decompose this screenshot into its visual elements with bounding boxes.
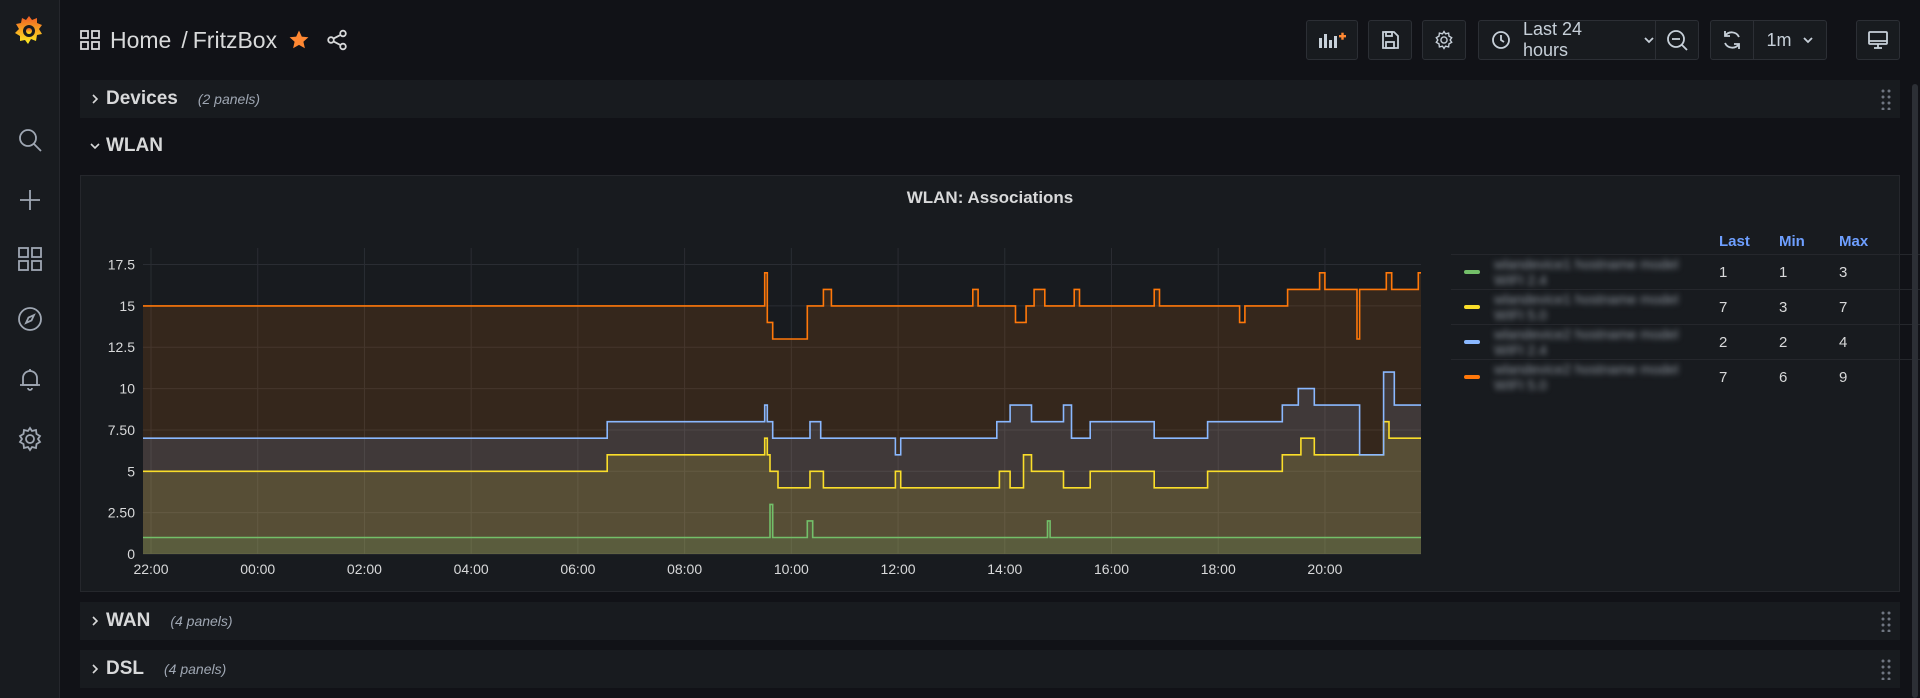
settings-icon[interactable] xyxy=(14,423,46,455)
legend-series-name[interactable]: wlandevice2 hostname model WIFI 5.0 xyxy=(1494,361,1684,393)
chevron-right-icon xyxy=(86,615,104,627)
tv-mode-button[interactable] xyxy=(1856,20,1900,60)
y-tick-label: 17.5 xyxy=(108,257,135,273)
x-tick-label: 22:00 xyxy=(133,561,168,577)
legend-series-name[interactable]: wlandevice1 hostname model WIFI 2.4 xyxy=(1494,256,1684,288)
breadcrumb-separator: / xyxy=(181,26,188,53)
wlan-associations-panel: WLAN: Associations 0 2.50 5 7.50 10 12.5 15 17.… xyxy=(80,175,1920,592)
clock-icon xyxy=(1491,30,1511,50)
y-tick-label: 15 xyxy=(119,298,135,314)
row-title: Devices xyxy=(106,88,178,109)
legend-color-swatch[interactable] xyxy=(1464,270,1480,274)
legend-header-last[interactable]: Last xyxy=(1718,228,1778,255)
legend-color-swatch[interactable] xyxy=(1464,375,1480,379)
legend-row[interactable]: wlandevice2 hostname model WIFI 2.4 2 2 … xyxy=(1451,324,1920,360)
y-tick-label: 2.50 xyxy=(108,505,135,521)
x-tick-label: 14:00 xyxy=(987,561,1022,577)
refresh-interval-picker[interactable]: 1m xyxy=(1753,20,1827,60)
legend-last: 1 xyxy=(1718,254,1778,290)
row-panel-count: (4 panels) xyxy=(164,661,227,677)
y-tick-label: 10 xyxy=(119,381,135,397)
legend-header-max[interactable]: Max xyxy=(1838,228,1920,255)
x-tick-label: 10:00 xyxy=(774,561,809,577)
add-panel-button[interactable] xyxy=(1306,20,1358,60)
row-title: WLAN xyxy=(106,135,163,156)
top-navbar: Home / FritzBox Last 24 hours 1m xyxy=(60,0,1920,78)
legend-series-name[interactable]: wlandevice2 hostname model WIFI 2.4 xyxy=(1494,326,1684,358)
save-dashboard-button[interactable] xyxy=(1368,20,1412,60)
x-tick-label: 20:00 xyxy=(1307,561,1342,577)
legend-last: 7 xyxy=(1718,359,1778,394)
dashboard-title[interactable]: FritzBox xyxy=(193,27,277,54)
legend-min: 1 xyxy=(1778,254,1838,290)
legend-color-swatch[interactable] xyxy=(1464,305,1480,309)
zoom-out-button[interactable] xyxy=(1655,20,1699,60)
time-range-label: Last 24 hours xyxy=(1523,19,1583,60)
chevron-down-icon xyxy=(1802,34,1814,46)
legend-max: 7 xyxy=(1838,289,1920,325)
legend-series-name[interactable]: wlandevice1 hostname model WIFI 5.0 xyxy=(1494,291,1684,323)
row-title: WAN xyxy=(106,610,151,631)
row-devices[interactable]: Devices (2 panels) xyxy=(80,80,1900,118)
row-wlan[interactable]: WLAN xyxy=(80,127,1900,165)
drag-handle-icon[interactable] xyxy=(1880,658,1892,685)
page-scrollbar[interactable] xyxy=(1912,84,1918,698)
x-tick-label: 00:00 xyxy=(240,561,275,577)
legend-row[interactable]: wlandevice1 hostname model WIFI 5.0 7 3 … xyxy=(1451,289,1920,325)
x-tick-label: 04:00 xyxy=(454,561,489,577)
x-tick-label: 02:00 xyxy=(347,561,382,577)
legend-table: Last Min Max wlandevice1 hostname model … xyxy=(1451,228,1920,394)
row-title: DSL xyxy=(106,658,144,679)
alerting-icon[interactable] xyxy=(14,363,46,395)
row-panel-count: (2 panels) xyxy=(197,91,261,107)
legend-min: 2 xyxy=(1778,324,1838,360)
grafana-logo-icon[interactable] xyxy=(11,13,47,49)
chevron-right-icon xyxy=(86,93,104,105)
side-menu xyxy=(0,0,60,698)
explore-icon[interactable] xyxy=(14,303,46,335)
y-tick-label: 0 xyxy=(127,546,135,562)
legend-row[interactable]: wlandevice2 hostname model WIFI 5.0 7 6 … xyxy=(1451,359,1920,394)
legend-color-swatch[interactable] xyxy=(1464,340,1480,344)
legend-max: 4 xyxy=(1838,324,1920,360)
drag-handle-icon[interactable] xyxy=(1880,610,1892,637)
x-tick-label: 06:00 xyxy=(560,561,595,577)
y-tick-label: 12.5 xyxy=(108,339,135,355)
legend-max: 9 xyxy=(1838,359,1920,394)
legend-min: 3 xyxy=(1778,289,1838,325)
y-tick-label: 7.50 xyxy=(108,422,135,438)
star-icon[interactable] xyxy=(288,29,310,51)
dashboards-icon[interactable] xyxy=(14,243,46,275)
legend-last: 2 xyxy=(1718,324,1778,360)
x-tick-label: 12:00 xyxy=(881,561,916,577)
legend-header-min[interactable]: Min xyxy=(1778,228,1838,255)
y-tick-label: 5 xyxy=(127,463,135,479)
chevron-right-icon xyxy=(86,663,104,675)
wlan-associations-chart: 0 2.50 5 7.50 10 12.5 15 17.5 22:00 00:00 02:00 04:… xyxy=(108,248,1421,577)
share-icon[interactable] xyxy=(326,29,348,51)
breadcrumb-home[interactable]: Home xyxy=(110,27,171,54)
row-dsl[interactable]: DSL (4 panels) xyxy=(80,650,1900,688)
row-panel-count: (4 panels) xyxy=(170,613,233,629)
time-picker-button[interactable]: Last 24 hours xyxy=(1478,19,1656,60)
dashboard-settings-button[interactable] xyxy=(1422,20,1466,60)
refresh-button[interactable] xyxy=(1710,20,1754,60)
legend-max: 3 xyxy=(1838,254,1920,290)
x-tick-label: 16:00 xyxy=(1094,561,1129,577)
chevron-down-icon xyxy=(1643,34,1655,46)
legend-min: 6 xyxy=(1778,359,1838,394)
x-tick-label: 08:00 xyxy=(667,561,702,577)
legend-last: 7 xyxy=(1718,289,1778,325)
breadcrumb: Home / FritzBox xyxy=(80,22,348,58)
legend-row[interactable]: wlandevice1 hostname model WIFI 2.4 1 1 … xyxy=(1451,254,1920,290)
plus-icon[interactable] xyxy=(14,184,46,216)
dashboard-grid-icon xyxy=(80,30,100,50)
x-tick-label: 18:00 xyxy=(1201,561,1236,577)
refresh-interval-label: 1m xyxy=(1766,29,1792,50)
drag-handle-icon[interactable] xyxy=(1880,88,1892,115)
chevron-down-icon xyxy=(86,141,104,151)
search-icon[interactable] xyxy=(14,124,46,156)
row-wan[interactable]: WAN (4 panels) xyxy=(80,602,1900,640)
